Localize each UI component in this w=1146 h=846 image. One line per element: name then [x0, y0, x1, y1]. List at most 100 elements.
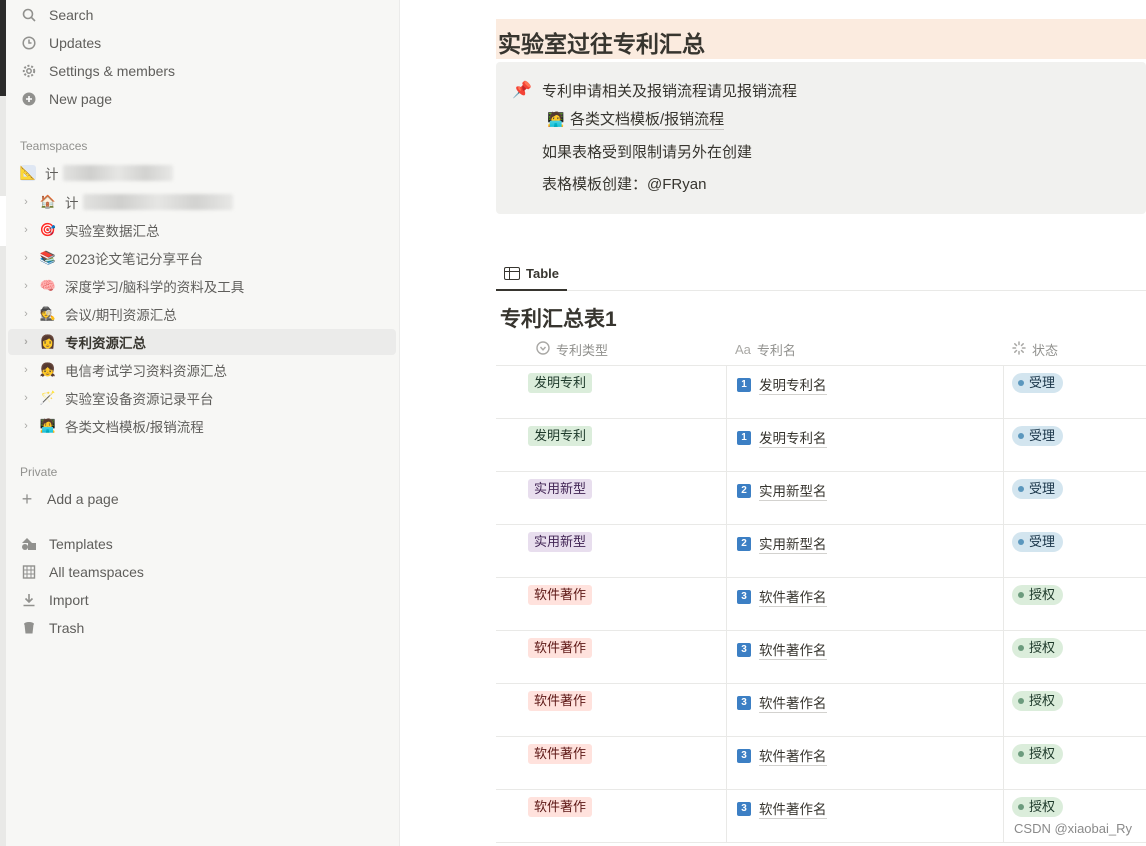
name-cell[interactable]: 3 软件著作名	[727, 790, 1004, 843]
column-header-name[interactable]: Aa 专利名	[735, 332, 796, 366]
private-label: Private	[20, 465, 58, 479]
name-cell[interactable]: 3 软件著作名	[727, 684, 1004, 737]
table-row[interactable]: 实用新型 2 实用新型名 受理	[496, 472, 1146, 525]
status-cell[interactable]: 受理	[1004, 525, 1146, 578]
type-tag: 发明专利	[528, 426, 593, 446]
sidebar-teamspace-4[interactable]: › 📚 2023论文笔记分享平台	[8, 245, 396, 271]
keycap-number-icon: 3	[737, 589, 751, 604]
name-cell[interactable]: 3 软件著作名	[727, 631, 1004, 684]
sidebar-search[interactable]: Search	[20, 3, 93, 27]
type-cell[interactable]: 软件著作	[496, 737, 727, 790]
type-cell[interactable]: 发明专利	[496, 419, 727, 472]
sidebar-import[interactable]: Import	[20, 588, 89, 612]
patent-name[interactable]: 3 软件著作名	[737, 586, 827, 607]
status-cell[interactable]: 受理	[1004, 366, 1146, 419]
type-cell[interactable]: 软件著作	[496, 790, 727, 843]
sidebar-teamspace-7[interactable]: › 👩 专利资源汇总	[8, 329, 396, 355]
sidebar-updates[interactable]: Updates	[20, 31, 101, 55]
callout-block[interactable]: 📌 专利申请相关及报销流程请见报销流程 🧑‍💻 各类文档模板/报销流程 如果表格…	[496, 62, 1146, 214]
status-cell[interactable]: 受理	[1004, 419, 1146, 472]
sidebar-teamspace-10[interactable]: › 🧑‍💻 各类文档模板/报销流程	[8, 413, 396, 439]
sidebar-teamspace-6[interactable]: › 🕵 会议/期刊资源汇总	[8, 301, 396, 327]
sidebar-trash[interactable]: Trash	[20, 616, 84, 640]
status-cell[interactable]: 授权	[1004, 578, 1146, 631]
sidebar-item-label: New page	[49, 91, 113, 107]
table-title[interactable]: 专利汇总表1	[500, 303, 617, 333]
sidebar-teamspace-5[interactable]: › 🧠 深度学习/脑科学的资料及工具	[8, 273, 396, 299]
patent-name[interactable]: 3 软件著作名	[737, 745, 827, 766]
sidebar: Search Updates Settings & members New pa…	[6, 0, 400, 846]
status-label: 授权	[1029, 799, 1056, 814]
sidebar-item-label: 专利资源汇总	[65, 336, 146, 351]
patent-name[interactable]: 3 软件著作名	[737, 692, 827, 713]
table-row[interactable]: 软件著作 3 软件著作名 授权	[496, 684, 1146, 737]
name-cell[interactable]: 2 实用新型名	[727, 472, 1004, 525]
status-cell[interactable]: 授权	[1004, 684, 1146, 737]
chevron-right-icon: ›	[24, 224, 28, 236]
link-label: 各类文档模板/报销流程	[570, 108, 725, 130]
status-badge: 受理	[1012, 479, 1064, 499]
column-header-type[interactable]: 专利类型	[536, 332, 608, 366]
type-tag: 软件著作	[528, 797, 593, 817]
type-tag: 发明专利	[528, 373, 593, 393]
status-dot	[1018, 698, 1024, 704]
type-tag: 软件著作	[528, 638, 593, 658]
table-row[interactable]: 实用新型 2 实用新型名 受理	[496, 525, 1146, 578]
type-cell[interactable]: 实用新型	[496, 472, 727, 525]
add-page-button[interactable]: + Add a page	[18, 487, 119, 511]
status-cell[interactable]: 授权	[1004, 631, 1146, 684]
status-cell[interactable]: 受理	[1004, 472, 1146, 525]
sidebar-teamspace-2[interactable]: › 🏠 计	[8, 189, 396, 215]
name-cell[interactable]: 3 软件著作名	[727, 737, 1004, 790]
sidebar-item-label: Import	[49, 592, 89, 608]
type-cell[interactable]: 实用新型	[496, 525, 727, 578]
callout-page-link[interactable]: 🧑‍💻 各类文档模板/报销流程	[546, 108, 725, 130]
table-row[interactable]: 软件著作 3 软件著作名 授权	[496, 578, 1146, 631]
type-cell[interactable]: 软件著作	[496, 578, 727, 631]
name-cell[interactable]: 2 实用新型名	[727, 525, 1004, 578]
sidebar-new-page[interactable]: New page	[20, 87, 112, 111]
patent-name[interactable]: 3 软件著作名	[737, 639, 827, 660]
sidebar-settings[interactable]: Settings & members	[20, 59, 175, 83]
sidebar-item-label: 各类文档模板/报销流程	[65, 420, 204, 435]
status-label: 授权	[1029, 587, 1056, 602]
sidebar-teamspace-3[interactable]: › 🎯 实验室数据汇总	[8, 217, 396, 243]
table-row[interactable]: 软件著作 3 软件著作名 授权	[496, 631, 1146, 684]
status-dot	[1018, 645, 1024, 651]
patent-name[interactable]: 2 实用新型名	[737, 533, 827, 554]
select-property-icon	[536, 340, 550, 358]
name-cell[interactable]: 3 软件著作名	[727, 578, 1004, 631]
chevron-right-icon: ›	[24, 252, 28, 264]
column-header-label: 专利类型	[556, 342, 609, 358]
name-cell[interactable]: 1 发明专利名	[727, 419, 1004, 472]
status-cell[interactable]: 授权	[1004, 737, 1146, 790]
sidebar-all-teamspaces[interactable]: All teamspaces	[20, 560, 144, 584]
patent-name[interactable]: 2 实用新型名	[737, 480, 827, 501]
chevron-right-icon: ›	[24, 392, 28, 404]
patent-name[interactable]: 1 发明专利名	[737, 374, 827, 395]
tab-table[interactable]: Table	[496, 258, 567, 291]
callout-line-1: 专利申请相关及报销流程请见报销流程	[542, 83, 798, 100]
technologist-icon: 🧑‍💻	[39, 418, 57, 433]
type-cell[interactable]: 发明专利	[496, 366, 727, 419]
sidebar-item-label: Updates	[49, 35, 102, 51]
table-row[interactable]: 发明专利 1 发明专利名 受理	[496, 419, 1146, 472]
brain-icon: 🧠	[39, 278, 57, 293]
table-row[interactable]: 软件著作 3 软件著作名 授权	[496, 737, 1146, 790]
patent-name[interactable]: 3 软件著作名	[737, 798, 827, 819]
sidebar-templates[interactable]: Templates	[20, 532, 113, 556]
name-cell[interactable]: 1 发明专利名	[727, 366, 1004, 419]
type-cell[interactable]: 软件著作	[496, 684, 727, 737]
trash-icon	[20, 619, 38, 637]
sidebar-teamspace-9[interactable]: › 🪄 实验室设备资源记录平台	[8, 385, 396, 411]
sidebar-teamspace-8[interactable]: › 👧 电信考试学习资料资源汇总	[8, 357, 396, 383]
column-header-status[interactable]: 状态	[1012, 332, 1058, 366]
sidebar-item-label: 计	[45, 167, 59, 182]
patent-name[interactable]: 1 发明专利名	[737, 427, 827, 448]
view-tabs: Table	[496, 258, 1146, 291]
table-row[interactable]: 发明专利 1 发明专利名 受理	[496, 366, 1146, 419]
sidebar-teamspace-1[interactable]: 📐 计	[8, 160, 396, 186]
page-title[interactable]: 实验室过往专利汇总	[498, 25, 705, 59]
type-cell[interactable]: 软件著作	[496, 631, 727, 684]
sidebar-item-label: 实验室数据汇总	[65, 224, 160, 239]
